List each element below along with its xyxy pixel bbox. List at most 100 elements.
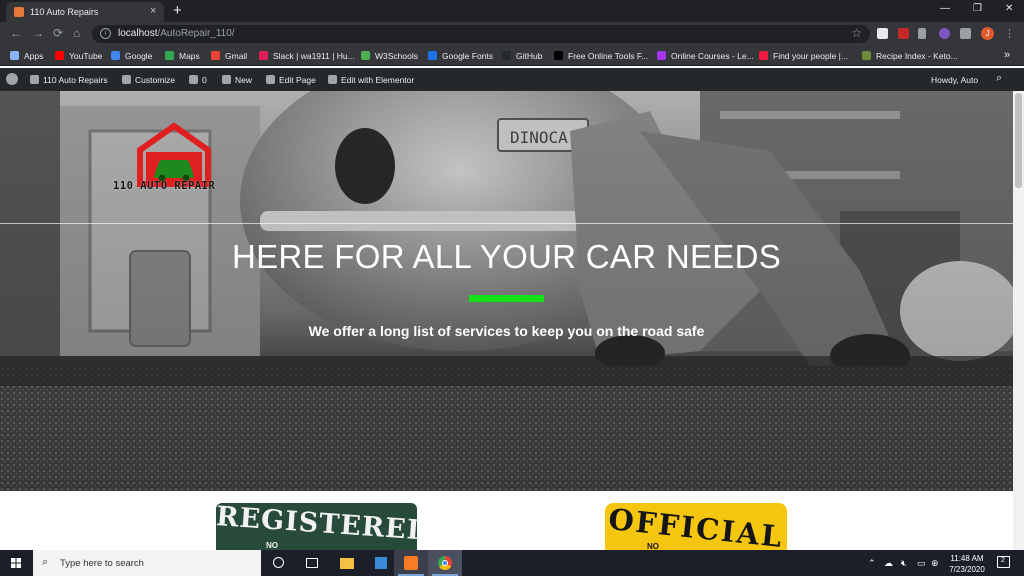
admin-customize[interactable]: Customize [122,75,175,85]
network-icon[interactable]: ▭ [917,558,926,569]
bookmark-free-online-tools[interactable]: Free Online Tools F... [554,51,648,61]
slack-icon [259,51,268,60]
bookmark-online-courses[interactable]: Online Courses - Le... [657,51,754,61]
admin-edit-page[interactable]: Edit Page [266,75,316,85]
comment-icon [189,75,198,84]
extension-pocket-icon[interactable] [877,28,888,39]
admin-comments[interactable]: 0 [189,75,207,85]
store-button[interactable] [364,550,398,576]
folder-icon [340,558,354,569]
store-bag-icon [375,557,387,569]
admin-new-label: New [235,75,253,85]
plus-icon [222,75,231,84]
bookmark-star-icon[interactable]: ☆ [851,26,862,40]
maximize-button[interactable]: ❐ [973,3,982,14]
chrome-center-icon [442,560,448,566]
admin-edit-elementor[interactable]: Edit with Elementor [328,75,414,85]
official-badge: OFFICIAL NO [605,503,787,550]
elementor-icon [328,75,337,84]
close-window-button[interactable]: ✕ [1005,3,1013,14]
admin-site-name[interactable]: 110 Auto Repairs [30,75,108,85]
bookmark-label: YouTube [69,51,103,61]
admin-search-icon[interactable]: ⌕ [996,72,1002,85]
tab-close-icon[interactable]: × [150,5,156,17]
admin-new[interactable]: New [222,75,252,85]
bookmark-label: Find your people |... [773,51,848,61]
new-tab-button[interactable]: + [173,2,182,19]
windows-start-icon[interactable] [0,550,32,576]
bookmark-gmail[interactable]: Gmail [211,51,247,61]
extensions-puzzle-icon[interactable] [960,28,971,39]
bookmark-meetup[interactable]: Find your people |... [759,51,848,61]
bookmark-slack[interactable]: Slack | wa1911 | Hu... [259,51,355,61]
bookmark-recipe-index[interactable]: Recipe Index - Keto... [862,51,958,61]
bookmark-label: Apps [24,51,44,61]
file-explorer-button[interactable] [330,550,364,576]
bookmark-label: Google Fonts [442,51,494,61]
admin-edit-elementor-label: Edit with Elementor [341,75,415,85]
minimize-button[interactable]: — [940,3,950,14]
home-button[interactable]: ⌂ [73,26,80,40]
extension-ublock-icon[interactable] [898,28,909,39]
profile-avatar[interactable]: J [981,27,994,40]
bookmark-label: Online Courses - Le... [671,51,754,61]
cortana-circle-icon [273,557,284,568]
extension-circle-icon[interactable] [939,28,950,39]
forward-button[interactable]: → [32,26,44,40]
address-bar[interactable]: i localhost/AutoRepair_110/ ☆ [92,25,870,43]
site-info-icon[interactable]: i [100,28,111,39]
chrome-button[interactable] [428,550,462,576]
bookmark-label: GitHub [516,51,543,61]
task-view-button[interactable] [296,550,330,576]
udemy-icon [657,51,666,60]
content-section [0,491,1013,550]
page-scrollbar-thumb[interactable] [1015,93,1022,188]
bookmark-label: W3Schools [375,51,418,61]
wordpress-logo-icon[interactable] [6,73,22,86]
taskbar-clock[interactable]: 11:48 AM 7/23/2020 [944,553,990,575]
cortana-button[interactable] [262,550,296,576]
apps-grid-icon [10,51,19,60]
back-button[interactable]: ← [10,26,22,40]
url-text[interactable]: localhost/AutoRepair_110/ [118,28,235,39]
clock-date: 7/23/2020 [949,565,985,574]
bookmarks-bar: Apps YouTube Google Maps Gmail Slack | w… [0,46,1024,66]
bookmark-label: Recipe Index - Keto... [876,51,958,61]
bookmark-youtube[interactable]: YouTube [55,51,102,61]
bookmark-maps[interactable]: Maps [165,51,200,61]
bookmark-w3schools[interactable]: W3Schools [361,51,418,61]
admin-edit-page-label: Edit Page [279,75,316,85]
weather-cloud-icon[interactable]: ☁ [884,558,893,569]
registered-badge: REGISTERED NO [216,503,417,550]
clock-time: 11:48 AM [950,554,984,563]
admin-site-name-label: 110 Auto Repairs [43,75,108,85]
bookmarks-overflow-button[interactable]: » [1004,49,1010,61]
bookmark-google-fonts[interactable]: Google Fonts [428,51,493,61]
tray-overflow-icon[interactable]: ⌃ [868,558,876,569]
url-host: localhost [118,28,158,39]
wp-admin-bar: 110 Auto Repairs Customize 0 New Edit Pa… [0,68,1024,91]
hero-divider [0,223,1013,224]
hero-title: HERE FOR ALL YOUR CAR NEEDS [231,238,782,275]
taskbar-search[interactable]: ⌕ Type here to search [33,550,261,576]
logo-text: 110 AUTO REPAIR [113,180,216,192]
bookmark-google[interactable]: Google [111,51,152,61]
extension-pen-icon[interactable] [918,28,926,39]
recipe-icon [862,51,871,60]
hero-subtitle: We offer a long list of services to keep… [308,323,705,339]
meetup-icon [759,51,768,60]
bookmark-apps[interactable]: Apps [10,51,43,61]
browser-menu-icon[interactable]: ⋮ [1004,27,1015,40]
xampp-button[interactable] [394,550,428,576]
browser-tab[interactable]: 110 Auto Repairs × [6,2,164,22]
browser-tab-strip: 110 Auto Repairs × + — ❐ ✕ [0,0,1024,22]
bookmark-github[interactable]: GitHub [502,51,542,61]
maps-icon [165,51,174,60]
reload-button[interactable]: ⟳ [53,26,63,40]
admin-howdy-user[interactable]: Howdy, Auto [931,75,978,85]
taskbar-search-placeholder: Type here to search [60,558,144,569]
language-globe-icon[interactable]: ⊕ [931,558,939,569]
google-icon [111,51,120,60]
notifications-icon[interactable]: 2 [997,556,1010,568]
volume-muted-icon[interactable]: 🔇︎ [901,558,907,569]
